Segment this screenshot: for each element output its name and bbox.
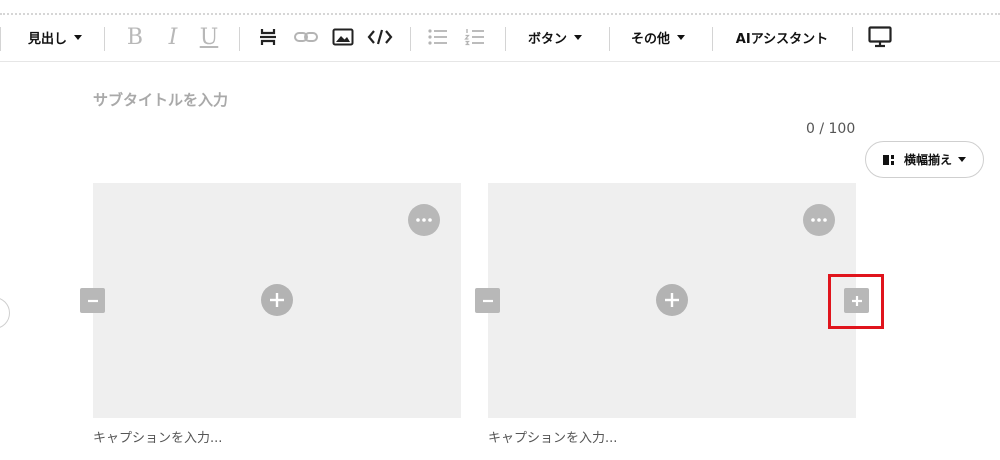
toolbar-separator [852,27,853,51]
ai-assistant-label: AIアシスタント [735,31,829,47]
add-image-button[interactable] [261,284,293,316]
subtitle-input[interactable]: サブタイトルを入力 [93,89,228,110]
caret-down-icon [958,157,966,162]
minus-icon [87,299,98,302]
editor-toolbar: 見出し B I U ボタン その他 AIアシスタント [0,16,1000,62]
bold-button[interactable]: B [122,16,148,58]
image-placeholder-1[interactable] [93,183,461,418]
button-dropdown[interactable]: ボタン [522,16,588,58]
code-icon [367,29,393,45]
divider-button[interactable] [255,16,281,58]
toolbar-separator [104,27,105,51]
caret-down-icon [74,34,82,40]
align-width-label: 横幅揃え [903,153,952,167]
add-image-button[interactable] [656,284,688,316]
minus-icon [482,299,493,302]
other-dropdown[interactable]: その他 [625,16,691,58]
other-dropdown-label: その他 [630,31,670,47]
underline-button-label: U [199,24,219,50]
italic-button[interactable]: I [160,16,186,58]
layout-icon [882,154,894,165]
more-options-button[interactable] [408,204,440,236]
toolbar-separator [609,27,610,51]
link-icon [294,32,318,42]
more-icon [416,218,432,222]
remove-column-button[interactable] [475,288,500,313]
image-icon [332,28,354,46]
bullet-list-button[interactable] [426,16,450,58]
image-placeholder-2[interactable] [488,183,856,418]
image-insert-button[interactable] [330,16,356,58]
char-counter: 0 / 100 [806,121,856,137]
plus-icon [270,293,284,307]
caret-down-icon [574,34,582,40]
link-button[interactable] [292,16,320,58]
toolbar-separator [712,27,713,51]
plus-icon [851,295,862,306]
numbered-list-icon [464,29,484,46]
preview-button[interactable] [866,16,894,58]
toolbar-separator [505,27,506,51]
toolbar-separator [239,27,240,51]
image-caption-input[interactable]: キャプションを入力... [488,427,617,446]
more-options-button[interactable] [803,204,835,236]
toolbar-separator [410,27,411,51]
code-button[interactable] [366,16,394,58]
more-icon [811,218,827,222]
bold-button-label: B [126,24,144,50]
heading-dropdown[interactable]: 見出し [23,16,87,58]
caret-down-icon [677,34,685,40]
italic-button-label: I [168,24,178,50]
remove-column-button[interactable] [80,288,105,313]
divider-icon [260,29,276,45]
plus-icon [665,293,679,307]
add-column-button[interactable] [844,288,869,313]
monitor-icon [868,26,892,48]
ai-assistant-button[interactable]: AIアシスタント [728,16,836,58]
bullet-list-icon [428,29,447,45]
heading-dropdown-label: 見出し [27,31,67,47]
underline-button[interactable]: U [196,16,222,58]
align-width-button[interactable]: 横幅揃え [865,141,984,178]
button-dropdown-label: ボタン [527,31,567,47]
numbered-list-button[interactable] [462,16,488,58]
toolbar-separator [0,27,1,51]
image-caption-input[interactable]: キャプションを入力... [93,427,222,446]
block-handle[interactable] [0,297,10,329]
top-dotted-border [0,13,1000,15]
